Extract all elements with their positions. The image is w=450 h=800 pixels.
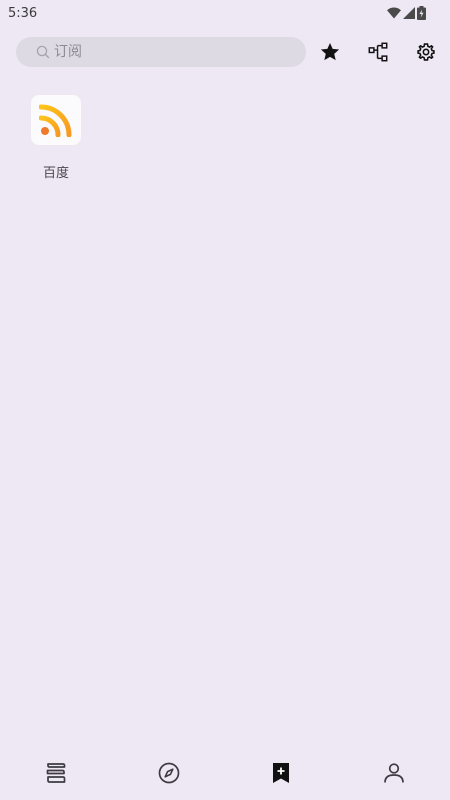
search-input[interactable] xyxy=(54,38,274,66)
settings-button[interactable] xyxy=(412,38,440,66)
cellular-signal-icon xyxy=(403,7,415,19)
rss-icon-container xyxy=(31,95,81,145)
subscription-screen: 5:36 订阅 百度 xyxy=(0,0,450,800)
person-icon xyxy=(383,763,404,783)
bookshelf-icon xyxy=(46,763,66,783)
rss-icon xyxy=(39,104,72,137)
nav-subscription[interactable] xyxy=(225,748,338,800)
favorites-button[interactable] xyxy=(316,38,344,66)
search-icon xyxy=(36,45,50,59)
compass-icon xyxy=(158,762,180,784)
nav-bookshelf[interactable] xyxy=(0,748,113,800)
group-button[interactable] xyxy=(364,38,392,66)
rss-source-item[interactable]: 百度 xyxy=(24,95,88,181)
bottom-navigation xyxy=(0,748,450,800)
group-icon xyxy=(368,42,388,62)
status-bar: 5:36 xyxy=(0,0,450,26)
rss-source-label: 百度 xyxy=(42,166,69,181)
gear-icon xyxy=(417,43,435,61)
star-icon xyxy=(320,43,340,61)
status-icons xyxy=(387,6,426,20)
nav-discover[interactable] xyxy=(113,748,226,800)
nav-profile[interactable] xyxy=(338,748,450,800)
wifi-icon xyxy=(387,7,401,19)
status-time: 5:36 xyxy=(8,5,38,21)
toolbar xyxy=(0,36,450,68)
search-box[interactable] xyxy=(16,37,306,67)
battery-charging-icon xyxy=(417,6,426,20)
bookmark-add-icon xyxy=(273,763,290,783)
